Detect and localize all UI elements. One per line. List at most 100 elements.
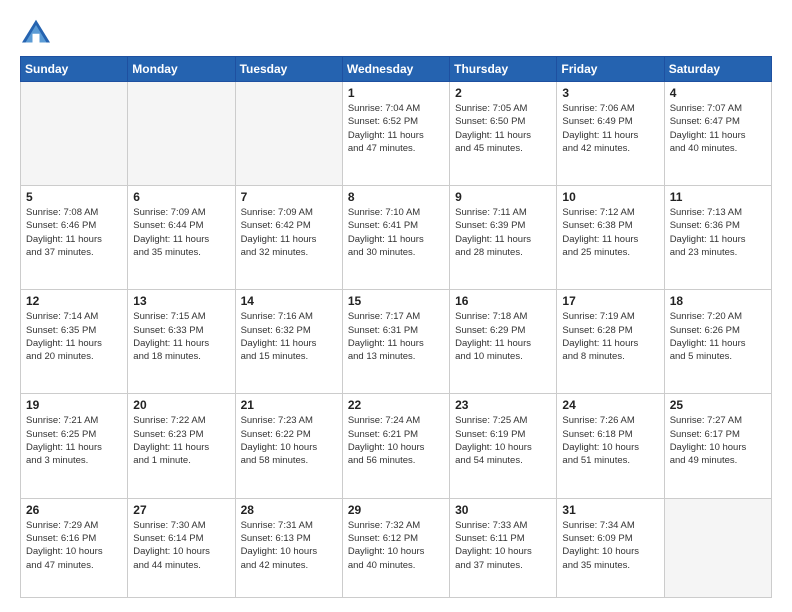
logo-icon	[20, 18, 52, 46]
day-number: 21	[241, 398, 337, 412]
calendar-cell	[235, 82, 342, 186]
day-number: 7	[241, 190, 337, 204]
day-info: Sunrise: 7:17 AM Sunset: 6:31 PM Dayligh…	[348, 310, 444, 363]
day-info: Sunrise: 7:14 AM Sunset: 6:35 PM Dayligh…	[26, 310, 122, 363]
day-number: 5	[26, 190, 122, 204]
calendar-cell: 8Sunrise: 7:10 AM Sunset: 6:41 PM Daylig…	[342, 186, 449, 290]
day-number: 4	[670, 86, 766, 100]
calendar-cell: 11 Sunrise: 7:13 AM Sunset: 6:36 PM Dayli…	[664, 186, 771, 290]
weekday-header-friday: Friday	[557, 57, 664, 82]
calendar-cell: 20Sunrise: 7:22 AM Sunset: 6:23 PM Dayli…	[128, 394, 235, 498]
weekday-header-thursday: Thursday	[450, 57, 557, 82]
calendar-week-5: 26Sunrise: 7:29 AM Sunset: 6:16 PM Dayli…	[21, 498, 772, 597]
weekday-header-wednesday: Wednesday	[342, 57, 449, 82]
calendar-cell: 7 Sunrise: 7:09 AM Sunset: 6:42 PM Daylig…	[235, 186, 342, 290]
day-info: Sunrise: 7:27 AM Sunset: 6:17 PM Dayligh…	[670, 414, 766, 467]
calendar-week-4: 19 Sunrise: 7:21 AM Sunset: 6:25 PM Dayli…	[21, 394, 772, 498]
calendar-cell: 28 Sunrise: 7:31 AM Sunset: 6:13 PM Dayli…	[235, 498, 342, 597]
day-info: Sunrise: 7:08 AM Sunset: 6:46 PM Dayligh…	[26, 206, 122, 259]
day-info: Sunrise: 7:12 AM Sunset: 6:38 PM Dayligh…	[562, 206, 658, 259]
day-info: Sunrise: 7:32 AM Sunset: 6:12 PM Dayligh…	[348, 519, 444, 572]
weekday-header-monday: Monday	[128, 57, 235, 82]
day-info: Sunrise: 7:23 AM Sunset: 6:22 PM Dayligh…	[241, 414, 337, 467]
day-info: Sunrise: 7:31 AM Sunset: 6:13 PM Dayligh…	[241, 519, 337, 572]
calendar-cell	[21, 82, 128, 186]
day-number: 17	[562, 294, 658, 308]
day-info: Sunrise: 7:29 AM Sunset: 6:16 PM Dayligh…	[26, 519, 122, 572]
day-info: Sunrise: 7:11 AM Sunset: 6:39 PM Dayligh…	[455, 206, 551, 259]
day-number: 27	[133, 503, 229, 517]
weekday-header-tuesday: Tuesday	[235, 57, 342, 82]
calendar-cell: 4 Sunrise: 7:07 AM Sunset: 6:47 PM Daylig…	[664, 82, 771, 186]
calendar-cell: 3 Sunrise: 7:06 AM Sunset: 6:49 PM Daylig…	[557, 82, 664, 186]
calendar-cell: 6 Sunrise: 7:09 AM Sunset: 6:44 PM Daylig…	[128, 186, 235, 290]
calendar-cell: 1 Sunrise: 7:04 AM Sunset: 6:52 PM Daylig…	[342, 82, 449, 186]
day-info: Sunrise: 7:04 AM Sunset: 6:52 PM Dayligh…	[348, 102, 444, 155]
calendar-cell: 15 Sunrise: 7:17 AM Sunset: 6:31 PM Dayli…	[342, 290, 449, 394]
calendar-cell	[128, 82, 235, 186]
page: SundayMondayTuesdayWednesdayThursdayFrid…	[0, 0, 792, 612]
day-number: 1	[348, 86, 444, 100]
calendar-cell: 10 Sunrise: 7:12 AM Sunset: 6:38 PM Dayli…	[557, 186, 664, 290]
day-number: 18	[670, 294, 766, 308]
day-info: Sunrise: 7:05 AM Sunset: 6:50 PM Dayligh…	[455, 102, 551, 155]
day-number: 16	[455, 294, 551, 308]
day-info: Sunrise: 7:13 AM Sunset: 6:36 PM Dayligh…	[670, 206, 766, 259]
day-number: 31	[562, 503, 658, 517]
calendar-cell: 5 Sunrise: 7:08 AM Sunset: 6:46 PM Daylig…	[21, 186, 128, 290]
calendar-table: SundayMondayTuesdayWednesdayThursdayFrid…	[20, 56, 772, 598]
calendar-cell: 18Sunrise: 7:20 AM Sunset: 6:26 PM Dayli…	[664, 290, 771, 394]
calendar-cell: 24 Sunrise: 7:26 AM Sunset: 6:18 PM Dayli…	[557, 394, 664, 498]
day-info: Sunrise: 7:24 AM Sunset: 6:21 PM Dayligh…	[348, 414, 444, 467]
day-info: Sunrise: 7:07 AM Sunset: 6:47 PM Dayligh…	[670, 102, 766, 155]
day-number: 13	[133, 294, 229, 308]
day-info: Sunrise: 7:22 AM Sunset: 6:23 PM Dayligh…	[133, 414, 229, 467]
day-number: 10	[562, 190, 658, 204]
day-number: 12	[26, 294, 122, 308]
weekday-header-sunday: Sunday	[21, 57, 128, 82]
day-number: 14	[241, 294, 337, 308]
day-info: Sunrise: 7:06 AM Sunset: 6:49 PM Dayligh…	[562, 102, 658, 155]
day-number: 2	[455, 86, 551, 100]
calendar-cell: 12 Sunrise: 7:14 AM Sunset: 6:35 PM Dayli…	[21, 290, 128, 394]
header	[20, 18, 772, 46]
day-info: Sunrise: 7:30 AM Sunset: 6:14 PM Dayligh…	[133, 519, 229, 572]
day-info: Sunrise: 7:21 AM Sunset: 6:25 PM Dayligh…	[26, 414, 122, 467]
day-number: 29	[348, 503, 444, 517]
day-number: 24	[562, 398, 658, 412]
day-number: 22	[348, 398, 444, 412]
day-info: Sunrise: 7:10 AM Sunset: 6:41 PM Dayligh…	[348, 206, 444, 259]
calendar-cell: 14Sunrise: 7:16 AM Sunset: 6:32 PM Dayli…	[235, 290, 342, 394]
calendar-week-1: 1 Sunrise: 7:04 AM Sunset: 6:52 PM Daylig…	[21, 82, 772, 186]
day-number: 3	[562, 86, 658, 100]
day-info: Sunrise: 7:34 AM Sunset: 6:09 PM Dayligh…	[562, 519, 658, 572]
calendar-cell: 13 Sunrise: 7:15 AM Sunset: 6:33 PM Dayli…	[128, 290, 235, 394]
calendar-cell: 22 Sunrise: 7:24 AM Sunset: 6:21 PM Dayli…	[342, 394, 449, 498]
day-number: 11	[670, 190, 766, 204]
calendar-cell	[664, 498, 771, 597]
calendar-week-2: 5 Sunrise: 7:08 AM Sunset: 6:46 PM Daylig…	[21, 186, 772, 290]
calendar-cell: 31 Sunrise: 7:34 AM Sunset: 6:09 PM Dayli…	[557, 498, 664, 597]
day-number: 19	[26, 398, 122, 412]
calendar-cell: 9Sunrise: 7:11 AM Sunset: 6:39 PM Daylig…	[450, 186, 557, 290]
logo	[20, 18, 56, 46]
day-info: Sunrise: 7:09 AM Sunset: 6:44 PM Dayligh…	[133, 206, 229, 259]
day-number: 6	[133, 190, 229, 204]
calendar-cell: 17Sunrise: 7:19 AM Sunset: 6:28 PM Dayli…	[557, 290, 664, 394]
calendar-cell: 16 Sunrise: 7:18 AM Sunset: 6:29 PM Dayli…	[450, 290, 557, 394]
calendar-cell: 19 Sunrise: 7:21 AM Sunset: 6:25 PM Dayli…	[21, 394, 128, 498]
calendar-cell: 2 Sunrise: 7:05 AM Sunset: 6:50 PM Daylig…	[450, 82, 557, 186]
calendar-cell: 30 Sunrise: 7:33 AM Sunset: 6:11 PM Dayli…	[450, 498, 557, 597]
day-info: Sunrise: 7:26 AM Sunset: 6:18 PM Dayligh…	[562, 414, 658, 467]
calendar-cell: 21 Sunrise: 7:23 AM Sunset: 6:22 PM Dayli…	[235, 394, 342, 498]
day-info: Sunrise: 7:15 AM Sunset: 6:33 PM Dayligh…	[133, 310, 229, 363]
day-info: Sunrise: 7:09 AM Sunset: 6:42 PM Dayligh…	[241, 206, 337, 259]
calendar-cell: 23Sunrise: 7:25 AM Sunset: 6:19 PM Dayli…	[450, 394, 557, 498]
calendar-header-row: SundayMondayTuesdayWednesdayThursdayFrid…	[21, 57, 772, 82]
day-number: 30	[455, 503, 551, 517]
day-info: Sunrise: 7:33 AM Sunset: 6:11 PM Dayligh…	[455, 519, 551, 572]
day-number: 28	[241, 503, 337, 517]
calendar-cell: 26Sunrise: 7:29 AM Sunset: 6:16 PM Dayli…	[21, 498, 128, 597]
day-number: 15	[348, 294, 444, 308]
day-info: Sunrise: 7:18 AM Sunset: 6:29 PM Dayligh…	[455, 310, 551, 363]
